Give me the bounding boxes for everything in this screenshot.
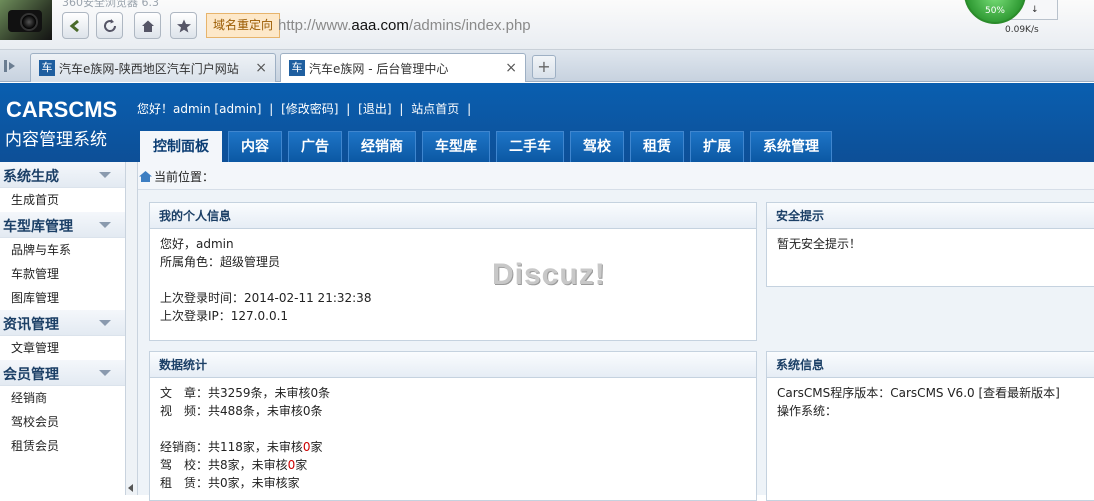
chevron-down-icon xyxy=(99,370,111,376)
last-login-ip: 上次登录IP：127.0.0.1 xyxy=(160,309,289,323)
sidebar-toggle-icon[interactable] xyxy=(0,56,22,76)
last-login-time: 上次登录时间：2014-02-11 21:32:38 xyxy=(160,291,372,305)
sidebar-group-system[interactable]: 系统生成 xyxy=(0,162,125,188)
nav-tab-dealers[interactable]: 经销商 xyxy=(348,131,416,162)
close-icon[interactable]: × xyxy=(255,60,267,76)
chevron-down-icon xyxy=(99,172,111,178)
user-greeting: 您好！admin [admin] xyxy=(137,102,262,116)
browser-toolbar: 360安全浏览器 6.3 域名重定向 http://www.aaa.com/ad… xyxy=(0,0,1094,50)
browser-tab-active[interactable]: 车 汽车e族网 - 后台管理中心 × xyxy=(280,53,526,82)
system-info-panel: 系统信息 CarsCMS程序版本：CarsCMS V6.0 [查看最新版本] 操… xyxy=(766,351,1094,501)
home-icon xyxy=(141,20,154,32)
main-nav: 控制面板 内容 广告 经销商 车型库 二手车 驾校 租赁 扩展 系统管理 xyxy=(140,131,838,162)
breadcrumb: 当前位置： xyxy=(138,162,1094,190)
discuz-watermark: Discuz! xyxy=(492,258,606,291)
nav-tab-extensions[interactable]: 扩展 xyxy=(690,131,744,162)
nav-tab-driving-school[interactable]: 驾校 xyxy=(570,131,624,162)
close-icon[interactable]: × xyxy=(505,60,517,76)
tab-strip: 车 汽车e族网-陕西地区汽车门户网站 × 车 汽车e族网 - 后台管理中心 × … xyxy=(0,50,1094,82)
panel-title: 安全提示 xyxy=(767,203,1094,229)
version-text[interactable]: CarsCMS程序版本：CarsCMS V6.0 [查看最新版本] xyxy=(777,384,1091,402)
nav-tab-dashboard[interactable]: 控制面板 xyxy=(140,131,222,162)
stat-articles: 文 章：共3259条，未审核0条 xyxy=(160,386,331,400)
main-content: 当前位置： 我的个人信息 您好，admin 所属角色：超级管理员 上次登录时间：… xyxy=(138,162,1094,501)
separator: | xyxy=(269,102,274,116)
user-bar: 您好！admin [admin] | [修改密码] | [退出] | 站点首页 … xyxy=(137,100,475,117)
sidebar-item-rental-members[interactable]: 租赁会员 xyxy=(0,434,125,458)
scroll-left-arrow-icon[interactable] xyxy=(128,484,133,492)
logo: CARSCMS xyxy=(6,97,118,122)
sidebar-scrollbar[interactable] xyxy=(126,162,138,495)
browser-title: 360安全浏览器 6.3 xyxy=(62,0,159,9)
security-text: 暂无安全提示！ xyxy=(777,237,862,251)
panel-title: 系统信息 xyxy=(767,352,1094,378)
stat-schools: 驾 校：共8家，未审核0家 xyxy=(160,458,308,472)
nav-tab-ads[interactable]: 广告 xyxy=(288,131,342,162)
sidebar-item-articles[interactable]: 文章管理 xyxy=(0,336,125,360)
stats-panel: 数据统计 文 章：共3259条，未审核0条 视 频：共488条，未审核0条 经销… xyxy=(149,351,757,501)
nav-tab-models[interactable]: 车型库 xyxy=(422,131,490,162)
site-favicon: 车 xyxy=(289,60,305,76)
chevron-down-icon xyxy=(99,222,111,228)
stat-rental: 租 赁：共0家，未审核家 xyxy=(160,476,300,490)
nav-tab-system[interactable]: 系统管理 xyxy=(750,131,832,162)
refresh-icon xyxy=(103,18,116,32)
greeting-text: 您好，admin xyxy=(160,237,234,251)
nav-tab-rental[interactable]: 租赁 xyxy=(630,131,684,162)
sidebar-item-generate-home[interactable]: 生成首页 xyxy=(0,188,125,212)
nav-tab-used-cars[interactable]: 二手车 xyxy=(496,131,564,162)
separator: | xyxy=(346,102,351,116)
camera-avatar-image xyxy=(0,0,52,40)
role-text: 所属角色：超级管理员 xyxy=(160,255,281,269)
stat-dealers: 经销商：共118家，未审核0家 xyxy=(160,440,323,454)
sidebar-group-models[interactable]: 车型库管理 xyxy=(0,212,125,238)
redirect-badge[interactable]: 域名重定向 xyxy=(206,13,281,38)
stat-videos: 视 频：共488条，未审核0条 xyxy=(160,404,323,418)
panel-title: 我的个人信息 xyxy=(150,203,756,229)
sidebar-item-school-members[interactable]: 驾校会员 xyxy=(0,410,125,434)
tab-label: 汽车e族网-陕西地区汽车门户网站 xyxy=(59,61,239,76)
separator: | xyxy=(399,102,404,116)
sidebar: 系统生成 生成首页 车型库管理 品牌与车系 车款管理 图库管理 资讯管理 文章管… xyxy=(0,162,126,495)
arrow-left-icon xyxy=(69,19,79,32)
sidebar-group-members[interactable]: 会员管理 xyxy=(0,360,125,386)
breadcrumb-label: 当前位置： xyxy=(154,170,215,184)
back-button[interactable] xyxy=(62,12,89,39)
address-bar[interactable]: http://www.aaa.com/admins/index.php xyxy=(278,13,978,38)
security-panel: 安全提示 暂无安全提示！ xyxy=(766,202,1094,287)
site-home-link[interactable]: 站点首页 xyxy=(411,102,459,116)
site-favicon: 车 xyxy=(39,60,55,76)
sidebar-item-dealers[interactable]: 经销商 xyxy=(0,386,125,410)
personal-info-panel: 我的个人信息 您好，admin 所属角色：超级管理员 上次登录时间：2014-0… xyxy=(149,202,757,341)
nav-tab-content[interactable]: 内容 xyxy=(228,131,282,162)
change-password-link[interactable]: [修改密码] xyxy=(281,102,338,116)
panel-title: 数据统计 xyxy=(150,352,756,378)
sidebar-item-brands[interactable]: 品牌与车系 xyxy=(0,238,125,262)
logout-link[interactable]: [退出] xyxy=(358,102,391,116)
favorite-button[interactable] xyxy=(170,12,197,39)
new-tab-button[interactable]: + xyxy=(532,55,556,79)
refresh-button[interactable] xyxy=(96,12,123,39)
logo-subtitle: 内容管理系统 xyxy=(5,130,107,150)
home-button[interactable] xyxy=(134,12,161,39)
sidebar-group-news[interactable]: 资讯管理 xyxy=(0,310,125,336)
sidebar-item-car-models[interactable]: 车款管理 xyxy=(0,262,125,286)
chevron-down-icon xyxy=(99,320,111,326)
tab-label: 汽车e族网 - 后台管理中心 xyxy=(309,61,449,76)
star-icon xyxy=(176,19,191,32)
separator: | xyxy=(467,102,472,116)
cms-header: CARSCMS 内容管理系统 您好！admin [admin] | [修改密码]… xyxy=(0,83,1094,162)
home-icon xyxy=(139,171,152,182)
os-text: 操作系统： xyxy=(777,404,838,418)
browser-tab[interactable]: 车 汽车e族网-陕西地区汽车门户网站 × xyxy=(30,53,276,82)
sidebar-item-gallery[interactable]: 图库管理 xyxy=(0,286,125,310)
